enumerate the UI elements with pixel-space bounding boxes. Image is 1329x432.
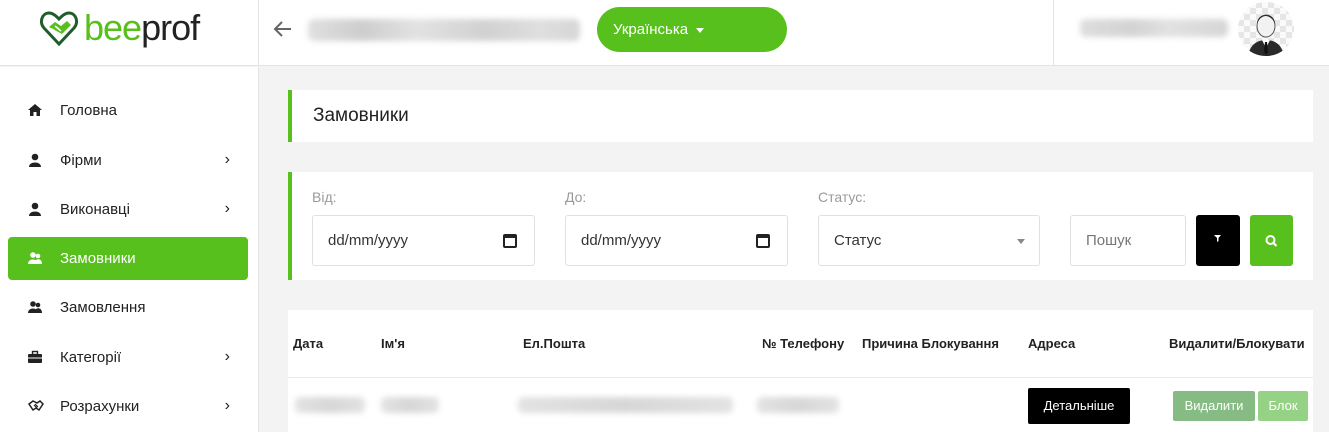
sidebar-item-home[interactable]: Головна: [8, 89, 248, 132]
redacted-phone: [757, 397, 839, 413]
clear-filter-button[interactable]: [1196, 215, 1240, 266]
page-header: Замовники: [288, 90, 1313, 142]
redacted-date: [295, 397, 365, 413]
search-input[interactable]: Пошук: [1070, 215, 1186, 266]
column-header-address[interactable]: Адреса: [1028, 310, 1075, 377]
calendar-icon[interactable]: [756, 234, 770, 248]
date-to-input[interactable]: dd/mm/yyyy: [565, 215, 788, 266]
sidebar-item-customers[interactable]: Замовники: [8, 237, 248, 280]
filter-icon: [1214, 235, 1221, 242]
sidebar-item-label: Фірми: [60, 152, 102, 169]
sidebar: Головна Фірми › Виконавці › Замовники За…: [0, 67, 259, 432]
logo[interactable]: beeprof: [0, 0, 259, 66]
user-icon: [29, 153, 41, 167]
handshake-icon: [28, 400, 44, 412]
column-header-date[interactable]: Дата: [293, 310, 323, 377]
redacted-user-name: [1080, 19, 1228, 37]
details-button[interactable]: Детальніше: [1028, 388, 1130, 424]
sidebar-item-label: Категорії: [60, 349, 122, 366]
date-to-value: dd/mm/yyyy: [581, 232, 662, 249]
date-from-label: Від:: [312, 189, 337, 205]
status-select[interactable]: Статус: [818, 215, 1040, 266]
brand-name: beeprof: [84, 7, 200, 48]
users-icon: [28, 301, 42, 313]
date-from-input[interactable]: dd/mm/yyyy: [312, 215, 535, 266]
sidebar-item-performers[interactable]: Виконавці ›: [8, 188, 248, 231]
customers-table: Дата Ім'я Ел.Пошта № Телефону Причина Бл…: [288, 310, 1313, 432]
sidebar-item-label: Головна: [60, 102, 117, 119]
search-icon: [1265, 235, 1278, 247]
filter-panel: Від: dd/mm/yyyy До: dd/mm/yyyy Статус: С…: [288, 172, 1313, 280]
chevron-right-icon: ›: [224, 397, 230, 414]
businessman-icon: [1248, 14, 1284, 56]
status-label: Статус:: [818, 189, 867, 205]
main-content: Замовники Від: dd/mm/yyyy До: dd/mm/yyyy…: [259, 67, 1329, 432]
language-dropdown[interactable]: Українська: [597, 7, 787, 52]
block-button[interactable]: Блок: [1258, 391, 1308, 421]
divider: [288, 377, 1313, 378]
chevron-right-icon: ›: [224, 151, 230, 168]
date-to-label: До:: [565, 189, 587, 205]
column-header-email[interactable]: Ел.Пошта: [523, 310, 585, 377]
handshake-heart-logo-icon: [40, 11, 78, 46]
sidebar-item-label: Замовлення: [60, 299, 146, 316]
redacted-email: [518, 397, 733, 413]
sidebar-item-categories[interactable]: Категорії ›: [8, 336, 248, 379]
back-arrow-icon[interactable]: [272, 18, 294, 40]
chevron-right-icon: ›: [224, 200, 230, 217]
redacted-name: [381, 397, 439, 413]
status-value: Статус: [834, 232, 882, 249]
caret-down-icon: [696, 27, 705, 33]
language-label: Українська: [613, 21, 689, 38]
chevron-right-icon: ›: [224, 348, 230, 365]
home-icon: [28, 104, 42, 116]
calendar-icon[interactable]: [503, 234, 517, 248]
column-header-actions[interactable]: Видалити/Блокувати: [1169, 310, 1305, 377]
sidebar-item-label: Розрахунки: [60, 398, 140, 415]
column-header-phone[interactable]: № Телефону: [762, 310, 844, 377]
sidebar-item-payments[interactable]: Розрахунки ›: [8, 385, 248, 428]
search-placeholder: Пошук: [1086, 232, 1132, 249]
column-header-name[interactable]: Ім'я: [381, 310, 405, 377]
column-header-block-reason[interactable]: Причина Блокування: [862, 310, 999, 377]
sidebar-item-orders[interactable]: Замовлення: [8, 286, 248, 329]
briefcase-icon: [28, 350, 42, 363]
caret-down-icon: [1017, 239, 1025, 244]
search-button[interactable]: [1250, 215, 1293, 266]
delete-button[interactable]: Видалити: [1173, 391, 1255, 421]
user-icon: [29, 202, 41, 216]
date-from-value: dd/mm/yyyy: [328, 232, 409, 249]
sidebar-item-label: Замовники: [60, 250, 136, 267]
sidebar-item-firms[interactable]: Фірми ›: [8, 139, 248, 182]
sidebar-item-label: Виконавці: [60, 201, 130, 218]
redacted-company-name: [308, 19, 580, 41]
top-bar: beeprof Українська: [0, 0, 1329, 66]
page-title: Замовники: [313, 105, 409, 126]
divider: [1053, 0, 1054, 66]
avatar[interactable]: [1238, 2, 1294, 56]
users-icon: [28, 252, 42, 264]
